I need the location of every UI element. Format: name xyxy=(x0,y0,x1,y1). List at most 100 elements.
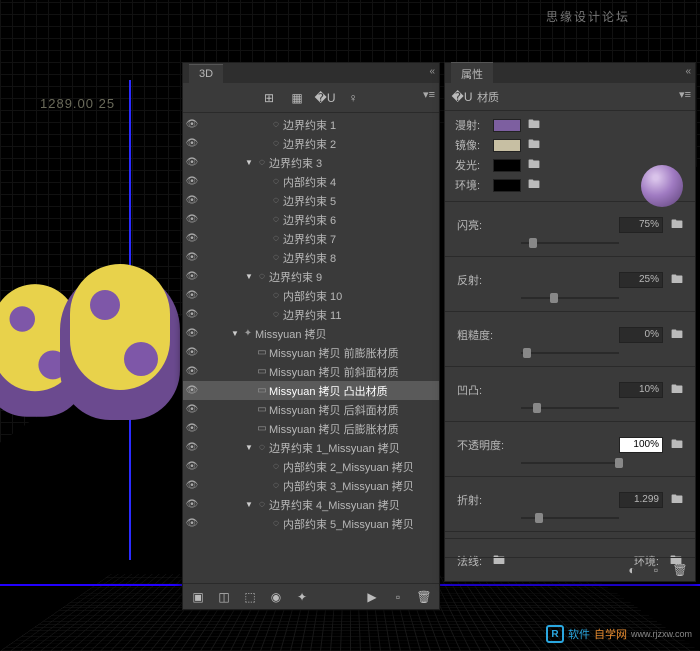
folder-icon[interactable]: 🖿 xyxy=(671,273,683,287)
panel-prop-header[interactable]: 属性 « ▾≡ xyxy=(445,63,695,83)
value-input[interactable]: 0% xyxy=(619,327,663,343)
slider-track[interactable] xyxy=(521,456,619,470)
foot-icon-2[interactable]: ◫ xyxy=(217,590,231,604)
visibility-icon[interactable]: 👁 xyxy=(183,366,201,377)
visibility-icon[interactable]: 👁 xyxy=(183,328,201,339)
value-input[interactable]: 75% xyxy=(619,217,663,233)
visibility-icon[interactable]: 👁 xyxy=(183,290,201,301)
folder-icon[interactable]: 🖿 xyxy=(671,218,683,232)
filter-light-icon[interactable]: ♀ xyxy=(346,91,360,105)
slider-thumb[interactable] xyxy=(523,348,531,358)
visibility-icon[interactable]: 👁 xyxy=(183,233,201,244)
value-input[interactable]: 25% xyxy=(619,272,663,288)
visibility-icon[interactable]: 👁 xyxy=(183,480,201,491)
tree-row[interactable]: 👁◌内部约束 3_Missyuan 拷贝 xyxy=(183,476,439,495)
visibility-icon[interactable]: 👁 xyxy=(183,461,201,472)
tree-row[interactable]: 👁◌内部约束 10 xyxy=(183,286,439,305)
folder-icon[interactable]: 🖿 xyxy=(527,158,541,172)
slider-thumb[interactable] xyxy=(533,403,541,413)
folder-icon[interactable]: 🖿 xyxy=(671,438,683,452)
color-swatch[interactable] xyxy=(493,159,521,172)
visibility-icon[interactable]: 👁 xyxy=(183,176,201,187)
tab-properties[interactable]: 属性 xyxy=(451,62,493,85)
panel-collapse-icon[interactable]: « xyxy=(429,66,435,77)
folder-icon[interactable]: 🖿 xyxy=(527,118,541,132)
visibility-icon[interactable]: 👁 xyxy=(183,442,201,453)
tree-row[interactable]: 👁▼◌边界约束 1_Missyuan 拷贝 xyxy=(183,438,439,457)
visibility-icon[interactable]: 👁 xyxy=(183,119,201,130)
tree-row[interactable]: 👁▭Missyuan 拷贝 凸出材质 xyxy=(183,381,439,400)
tree-row[interactable]: 👁◌内部约束 2_Missyuan 拷贝 xyxy=(183,457,439,476)
new-icon[interactable]: ▫ xyxy=(391,590,405,604)
color-swatch[interactable] xyxy=(493,139,521,152)
tree-row[interactable]: 👁▭Missyuan 拷贝 前膨胀材质 xyxy=(183,343,439,362)
layer-tree[interactable]: 👁◌边界约束 1👁◌边界约束 2👁▼◌边界约束 3👁◌内部约束 4👁◌边界约束 … xyxy=(183,113,439,569)
visibility-icon[interactable]: 👁 xyxy=(183,499,201,510)
disclosure-icon[interactable]: ▼ xyxy=(243,158,255,167)
material-preview-sphere[interactable] xyxy=(641,165,683,207)
visibility-icon[interactable]: 👁 xyxy=(183,518,201,529)
value-input[interactable]: 1.299 xyxy=(619,492,663,508)
panel-menu-icon[interactable]: ▾≡ xyxy=(679,88,691,101)
tab-3d[interactable]: 3D xyxy=(189,64,223,83)
disclosure-icon[interactable]: ▼ xyxy=(243,500,255,509)
foot-icon-4[interactable]: ◉ xyxy=(269,590,283,604)
visibility-icon[interactable]: 👁 xyxy=(183,423,201,434)
slider-track[interactable] xyxy=(521,346,619,360)
value-input[interactable]: 10% xyxy=(619,382,663,398)
slider-thumb[interactable] xyxy=(550,293,558,303)
tree-row[interactable]: 👁◌边界约束 7 xyxy=(183,229,439,248)
tree-row[interactable]: 👁▭Missyuan 拷贝 后斜面材质 xyxy=(183,400,439,419)
disclosure-icon[interactable]: ▼ xyxy=(243,272,255,281)
slider-track[interactable] xyxy=(521,401,619,415)
render-icon[interactable]: ▶ xyxy=(365,590,379,604)
folder-icon[interactable]: 🖿 xyxy=(671,328,683,342)
tree-row[interactable]: 👁◌边界约束 8 xyxy=(183,248,439,267)
foot-icon-5[interactable]: ✦ xyxy=(295,590,309,604)
slider-thumb[interactable] xyxy=(615,458,623,468)
visibility-icon[interactable]: 👁 xyxy=(183,214,201,225)
foot-icon-1[interactable]: ▣ xyxy=(191,590,205,604)
panel-3d-header[interactable]: 3D « ▾≡ xyxy=(183,63,439,83)
tree-row[interactable]: 👁▭Missyuan 拷贝 前斜面材质 xyxy=(183,362,439,381)
folder-icon[interactable]: 🖿 xyxy=(527,178,541,192)
filter-material-icon[interactable]: �U xyxy=(318,91,332,105)
visibility-icon[interactable]: 👁 xyxy=(183,309,201,320)
visibility-icon[interactable]: 👁 xyxy=(183,157,201,168)
filter-mesh-icon[interactable]: ▦ xyxy=(290,91,304,105)
slider-track[interactable] xyxy=(521,236,619,250)
slider-track[interactable] xyxy=(521,291,619,305)
foot-new-icon[interactable]: ▫ xyxy=(649,563,663,577)
tree-row[interactable]: 👁◌内部约束 4 xyxy=(183,172,439,191)
value-input[interactable]: 100% xyxy=(619,437,663,453)
color-swatch[interactable] xyxy=(493,179,521,192)
slider-thumb[interactable] xyxy=(535,513,543,523)
foot-icon-3[interactable]: ⬚ xyxy=(243,590,257,604)
visibility-icon[interactable]: 👁 xyxy=(183,385,201,396)
trash-icon[interactable]: 🗑 xyxy=(417,590,431,604)
visibility-icon[interactable]: 👁 xyxy=(183,347,201,358)
disclosure-icon[interactable]: ▼ xyxy=(229,329,241,338)
tree-row[interactable]: 👁◌内部约束 5_Missyuan 拷贝 xyxy=(183,514,439,533)
color-swatch[interactable] xyxy=(493,119,521,132)
filter-scene-icon[interactable]: ⊞ xyxy=(262,91,276,105)
tree-row[interactable]: 👁◌边界约束 1 xyxy=(183,115,439,134)
visibility-icon[interactable]: 👁 xyxy=(183,404,201,415)
panel-collapse-icon[interactable]: « xyxy=(685,66,691,77)
tree-row[interactable]: 👁▼✦Missyuan 拷贝 xyxy=(183,324,439,343)
slider-track[interactable] xyxy=(521,511,619,525)
visibility-icon[interactable]: 👁 xyxy=(183,195,201,206)
foot-sphere-icon[interactable]: ◐ xyxy=(625,563,639,577)
tree-row[interactable]: 👁◌边界约束 11 xyxy=(183,305,439,324)
folder-icon[interactable]: 🖿 xyxy=(527,138,541,152)
panel-menu-icon[interactable]: ▾≡ xyxy=(423,88,435,101)
tree-row[interactable]: 👁▭Missyuan 拷贝 后膨胀材质 xyxy=(183,419,439,438)
folder-icon[interactable]: 🖿 xyxy=(671,383,683,397)
visibility-icon[interactable]: 👁 xyxy=(183,138,201,149)
foot-trash-icon[interactable]: 🗑 xyxy=(673,563,687,577)
visibility-icon[interactable]: 👁 xyxy=(183,271,201,282)
disclosure-icon[interactable]: ▼ xyxy=(243,443,255,452)
tree-row[interactable]: 👁▼◌边界约束 3 xyxy=(183,153,439,172)
tree-row[interactable]: 👁◌边界约束 2 xyxy=(183,134,439,153)
tree-row[interactable]: 👁▼◌边界约束 9 xyxy=(183,267,439,286)
